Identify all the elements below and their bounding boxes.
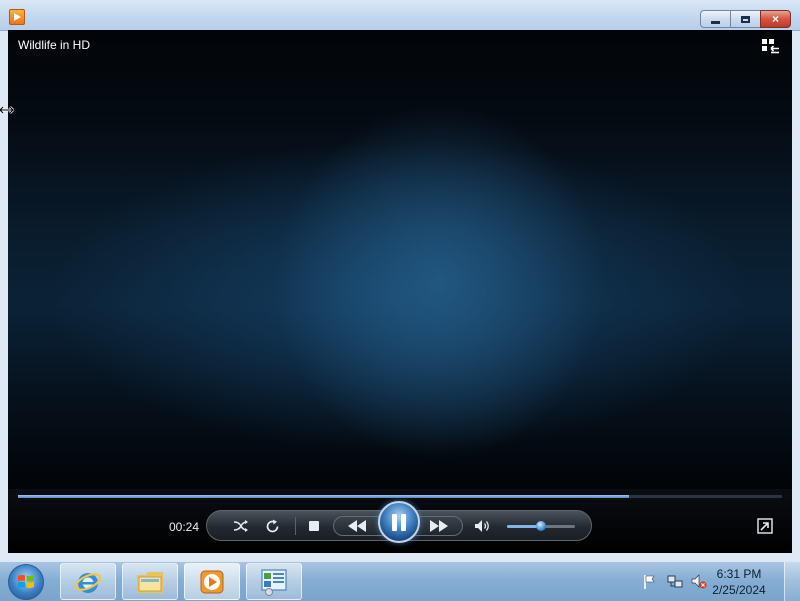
control-separator xyxy=(295,517,296,535)
minimize-button[interactable] xyxy=(700,10,730,28)
taskbar-windows-explorer[interactable] xyxy=(122,563,178,600)
windows-media-player-icon xyxy=(200,570,224,593)
window-controls: × xyxy=(700,10,791,28)
stop-icon xyxy=(309,521,319,531)
windows-start-icon xyxy=(18,574,34,589)
windows-explorer-icon xyxy=(137,571,163,593)
pause-icon xyxy=(392,513,406,531)
action-center-flag-icon[interactable] xyxy=(642,574,658,590)
taskbar-control-panel[interactable] xyxy=(246,563,302,600)
seek-progress xyxy=(18,495,630,498)
volume-slider-thumb[interactable] xyxy=(536,521,546,531)
taskbar-internet-explorer[interactable] xyxy=(60,563,116,600)
volume-slider[interactable] xyxy=(507,521,575,531)
close-button[interactable]: × xyxy=(760,10,791,28)
shuffle-button[interactable] xyxy=(231,516,251,536)
maximize-button[interactable] xyxy=(730,10,760,28)
start-button[interactable] xyxy=(8,564,44,600)
speaker-icon xyxy=(474,520,489,532)
mute-button[interactable] xyxy=(472,516,492,536)
title-bar[interactable]: × xyxy=(0,0,800,31)
clock-time: 6:31 PM xyxy=(716,567,762,581)
internet-explorer-icon xyxy=(74,572,102,593)
fullscreen-icon[interactable] xyxy=(757,518,773,534)
elapsed-time: 00:24 xyxy=(169,520,200,534)
taskbar: 6:31 PM 2/25/2024 xyxy=(0,561,800,601)
control-panel-icon xyxy=(261,568,287,596)
system-clock[interactable]: 6:31 PM 2/25/2024 xyxy=(704,566,774,598)
seek-bar[interactable] xyxy=(18,495,782,498)
media-player-app-icon[interactable] xyxy=(9,9,25,25)
video-title: Wildlife in HD xyxy=(18,38,91,52)
previous-icon xyxy=(348,520,366,532)
maximize-icon xyxy=(741,15,750,23)
play-pause-button[interactable] xyxy=(378,501,420,543)
next-button[interactable] xyxy=(422,517,456,535)
shuffle-icon xyxy=(233,520,248,532)
close-icon: × xyxy=(771,12,779,26)
previous-button[interactable] xyxy=(340,517,374,535)
show-desktop-button[interactable] xyxy=(784,562,800,601)
resize-cursor-icon xyxy=(0,106,14,114)
clock-date: 2/25/2024 xyxy=(712,583,766,597)
repeat-button[interactable] xyxy=(262,516,282,536)
minimize-icon xyxy=(711,20,720,24)
video-display[interactable]: Wildlife in HD xyxy=(8,30,792,489)
playback-controls: 00:24 xyxy=(8,489,792,553)
next-icon xyxy=(430,520,448,532)
stop-button[interactable] xyxy=(304,516,324,536)
network-icon[interactable] xyxy=(667,574,683,590)
media-player-window: × Wildlife in HD 00:24 xyxy=(0,0,800,561)
repeat-icon xyxy=(266,519,278,532)
taskbar-windows-media-player[interactable] xyxy=(184,563,240,600)
switch-to-library-icon[interactable] xyxy=(762,39,780,54)
